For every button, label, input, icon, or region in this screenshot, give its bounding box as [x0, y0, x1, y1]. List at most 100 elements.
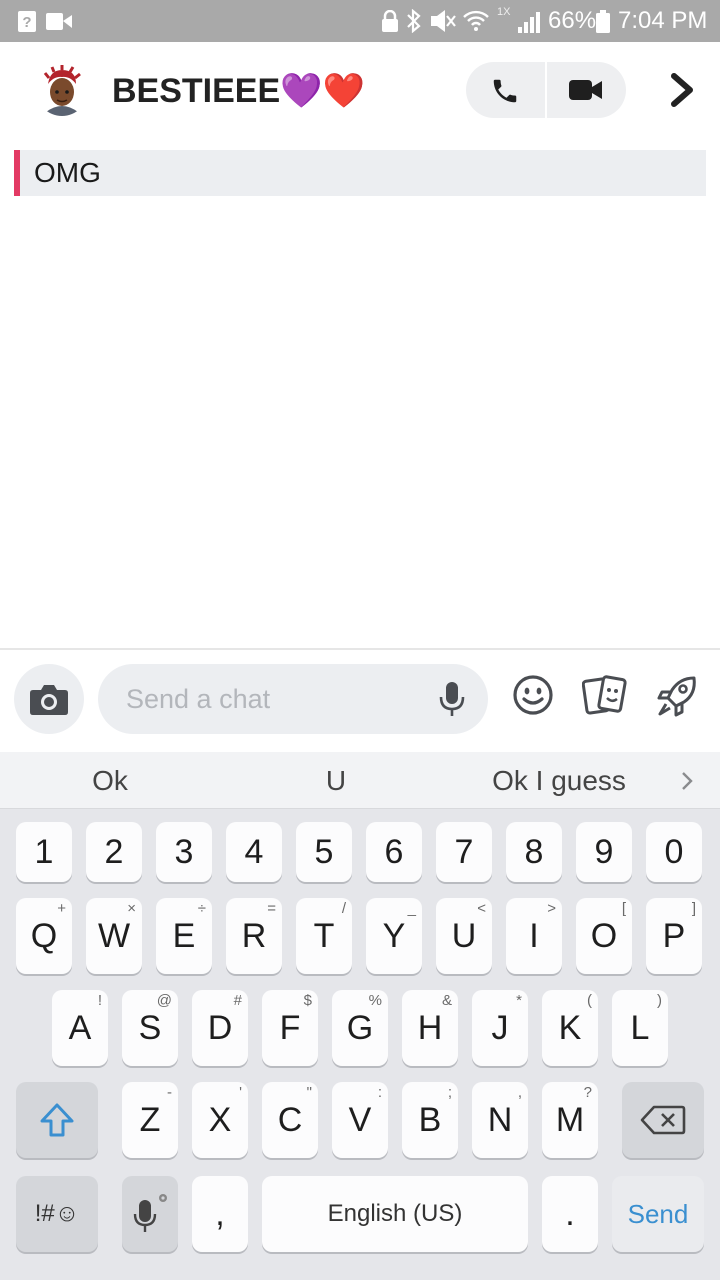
chat-input-placeholder: Send a chat — [126, 684, 271, 714]
key-x-label: X — [208, 1100, 232, 1139]
key-s[interactable]: S @ — [122, 990, 178, 1066]
sender-accent-bar — [14, 150, 20, 196]
avatar[interactable] — [36, 64, 88, 116]
key-8[interactable]: 8 — [506, 822, 562, 882]
key-l-secondary: ) — [657, 992, 662, 1009]
key-c[interactable]: C " — [262, 1082, 318, 1158]
key-1[interactable]: 1 — [16, 822, 72, 882]
send-key[interactable]: Send — [612, 1176, 704, 1252]
voice-input-key[interactable] — [122, 1176, 178, 1252]
key-7-label: 7 — [454, 832, 474, 871]
key-4[interactable]: 4 — [226, 822, 282, 882]
suggestion-2[interactable]: U — [256, 752, 416, 810]
key-j[interactable]: J * — [472, 990, 528, 1066]
key-h-secondary: & — [441, 992, 452, 1009]
key-u[interactable]: U < — [436, 898, 492, 974]
call-button-group — [466, 62, 626, 118]
smiley-face-icon[interactable] — [512, 674, 554, 716]
suggestion-3[interactable]: Ok I guess — [474, 752, 644, 810]
key-q-secondary: + — [57, 900, 66, 917]
key-v[interactable]: V: — [332, 1082, 388, 1158]
key-f[interactable]: F $ — [262, 990, 318, 1066]
chevron-right-icon[interactable] — [664, 70, 700, 110]
key-2[interactable]: 2 — [86, 822, 142, 882]
key-n[interactable]: N, — [472, 1082, 528, 1158]
key-v-label: V — [348, 1100, 372, 1139]
key-w[interactable]: W × — [86, 898, 142, 974]
shift-key[interactable] — [16, 1082, 98, 1158]
key-z-label: Z — [139, 1100, 161, 1139]
key-n-label: N — [487, 1100, 513, 1139]
key-0-label: 0 — [664, 832, 684, 871]
key-d[interactable]: D # — [192, 990, 248, 1066]
key-y-label: Y — [382, 916, 406, 955]
comma-key-label: , — [215, 1194, 225, 1233]
video-call-notification-icon — [46, 13, 72, 30]
key-0[interactable]: 0 — [646, 822, 702, 882]
chat-input-bar: Send a chat — [0, 648, 720, 754]
key-g-secondary: % — [368, 992, 382, 1009]
shift-arrow-icon — [40, 1103, 74, 1137]
key-t[interactable]: T / — [296, 898, 352, 974]
key-6[interactable]: 6 — [366, 822, 422, 882]
voice-call-button[interactable] — [466, 62, 545, 118]
chat-title[interactable]: BESTIEEE💜❤️ — [112, 68, 365, 114]
space-key-label: English (US) — [327, 1200, 463, 1227]
key-q[interactable]: Q + — [16, 898, 72, 974]
camera-button[interactable] — [14, 664, 84, 734]
battery-percentage: 66% — [548, 7, 597, 34]
period-key[interactable]: . — [542, 1176, 598, 1252]
key-o[interactable]: O[ — [576, 898, 632, 974]
rocket-icon[interactable] — [656, 674, 698, 718]
message-bubble[interactable]: OMG — [14, 150, 706, 196]
key-l-label: L — [630, 1008, 650, 1047]
key-g-label: G — [346, 1008, 374, 1047]
backspace-key[interactable] — [622, 1082, 704, 1158]
key-r[interactable]: R = — [226, 898, 282, 974]
key-a[interactable]: A! — [52, 990, 108, 1066]
key-w-secondary: × — [127, 900, 136, 917]
key-p-label: P — [662, 916, 686, 955]
chevron-right-icon[interactable] — [678, 770, 696, 792]
suggestion-1[interactable]: Ok — [30, 752, 190, 810]
key-k[interactable]: K( — [542, 990, 598, 1066]
key-z[interactable]: Z- — [122, 1082, 178, 1158]
key-b[interactable]: B; — [402, 1082, 458, 1158]
key-x[interactable]: X ' — [192, 1082, 248, 1158]
cell-signal-icon — [518, 12, 540, 33]
key-1-label: 1 — [34, 832, 54, 871]
key-w-label: W — [97, 916, 131, 955]
key-9[interactable]: 9 — [576, 822, 632, 882]
key-7[interactable]: 7 — [436, 822, 492, 882]
video-camera-icon — [569, 80, 602, 100]
key-g[interactable]: G% — [332, 990, 388, 1066]
key-m[interactable]: M? — [542, 1082, 598, 1158]
key-v-secondary: : — [377, 1084, 382, 1101]
key-h[interactable]: H & — [402, 990, 458, 1066]
bitmoji-avatar-icon — [36, 64, 88, 116]
key-l[interactable]: L) — [612, 990, 668, 1066]
key-y[interactable]: Y _ — [366, 898, 422, 974]
bitmoji-cards-icon[interactable] — [582, 674, 628, 718]
video-call-button[interactable] — [547, 62, 626, 118]
symbols-key[interactable]: !#☺ — [16, 1176, 98, 1252]
microphone-icon[interactable] — [438, 681, 466, 717]
key-e[interactable]: E ÷ — [156, 898, 212, 974]
battery-icon — [596, 10, 610, 33]
key-p[interactable]: P] — [646, 898, 702, 974]
key-o-label: O — [590, 916, 618, 955]
key-b-secondary: ; — [447, 1084, 452, 1101]
key-d-secondary: # — [233, 992, 242, 1009]
key-5[interactable]: 5 — [296, 822, 352, 882]
bluetooth-icon — [407, 9, 421, 33]
comma-key[interactable]: , — [192, 1176, 248, 1252]
space-key[interactable]: English (US) — [262, 1176, 528, 1252]
key-3[interactable]: 3 — [156, 822, 212, 882]
key-q-label: Q — [30, 916, 58, 955]
send-key-label: Send — [627, 1198, 689, 1229]
key-e-secondary: ÷ — [197, 900, 206, 917]
key-x-secondary: ' — [239, 1084, 242, 1101]
key-i[interactable]: I > — [506, 898, 562, 974]
chat-header: BESTIEEE💜❤️ — [0, 42, 720, 142]
chat-text-input[interactable]: Send a chat — [98, 664, 488, 734]
